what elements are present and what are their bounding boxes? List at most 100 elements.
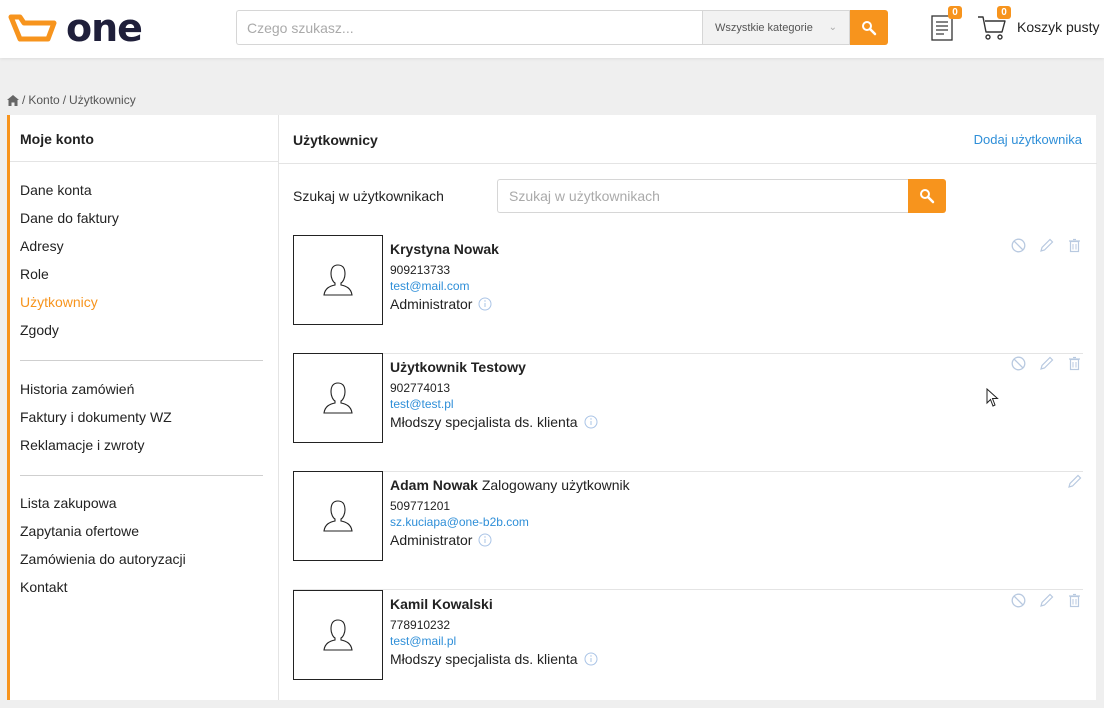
- info-icon[interactable]: [584, 415, 598, 429]
- divider: [279, 163, 1097, 164]
- add-user-button[interactable]: Dodaj użytkownika: [974, 132, 1082, 147]
- cart-label[interactable]: Koszyk pusty: [1017, 19, 1099, 35]
- main-search: Wszystkie kategorie ⌄: [236, 10, 888, 45]
- list-item: Adam Nowak Zalogowany użytkownik 5097712…: [293, 471, 1083, 590]
- user-role: Młodszy specjalista ds. klienta: [390, 414, 598, 430]
- user-role-label: Młodszy specjalista ds. klienta: [390, 414, 578, 430]
- category-select[interactable]: Wszystkie kategorie ⌄: [702, 10, 850, 45]
- user-phone: 909213733: [390, 263, 451, 277]
- divider: [20, 360, 263, 361]
- trash-icon[interactable]: [1066, 592, 1083, 609]
- logo-text: one: [66, 6, 143, 50]
- breadcrumb-separator: /: [62, 93, 67, 107]
- edit-icon[interactable]: [1038, 355, 1055, 372]
- avatar: [293, 471, 383, 561]
- page-title: Użytkownicy: [293, 132, 378, 148]
- block-icon[interactable]: [1010, 592, 1027, 609]
- breadcrumb-separator: /: [22, 93, 26, 107]
- category-select-label: Wszystkie kategorie: [715, 21, 813, 34]
- documents-badge: 0: [948, 6, 962, 19]
- divider: [20, 475, 263, 476]
- avatar: [293, 235, 383, 325]
- breadcrumb-uzytkownicy: Użytkownicy: [69, 93, 136, 107]
- user-role: Administrator: [390, 532, 492, 548]
- breadcrumb-konto[interactable]: Konto: [28, 93, 59, 107]
- top-header: one Wszystkie kategorie ⌄ 0 0 Koszyk pus…: [0, 0, 1104, 58]
- info-icon[interactable]: [584, 652, 598, 666]
- sidebar-item-lista-zakupowa[interactable]: Lista zakupowa: [20, 489, 186, 517]
- user-email[interactable]: test@mail.pl: [390, 634, 456, 648]
- sidebar-item-uzytkownicy[interactable]: Użytkownicy: [20, 288, 119, 316]
- block-icon[interactable]: [1010, 355, 1027, 372]
- mouse-cursor-icon: [986, 388, 999, 407]
- avatar: [293, 590, 383, 680]
- menu-group-account: Dane konta Dane do faktury Adresy Role U…: [20, 176, 119, 344]
- sidebar-item-role[interactable]: Role: [20, 260, 119, 288]
- info-icon[interactable]: [478, 297, 492, 311]
- main-search-input[interactable]: [236, 10, 702, 45]
- menu-group-other: Lista zakupowa Zapytania ofertowe Zamówi…: [20, 489, 186, 601]
- trash-icon[interactable]: [1066, 237, 1083, 254]
- sidebar-title: Moje konto: [20, 131, 94, 147]
- user-name[interactable]: Krystyna Nowak: [390, 241, 499, 257]
- sidebar-item-adresy[interactable]: Adresy: [20, 232, 119, 260]
- user-email[interactable]: test@test.pl: [390, 397, 454, 411]
- user-phone: 902774013: [390, 381, 451, 395]
- main-search-button[interactable]: [850, 10, 888, 45]
- user-actions: [1010, 592, 1083, 609]
- user-actions: [1010, 237, 1083, 254]
- user-search-label: Szukaj w użytkownikach: [293, 188, 444, 204]
- logged-in-label: Zalogowany użytkownik: [481, 477, 630, 493]
- user-actions: [1010, 355, 1083, 372]
- user-name[interactable]: Adam Nowak Zalogowany użytkownik: [390, 477, 630, 493]
- breadcrumb: / Konto / Użytkownicy: [7, 93, 136, 107]
- user-placeholder-icon: [323, 264, 353, 296]
- info-icon[interactable]: [478, 533, 492, 547]
- user-phone: 509771201: [390, 499, 451, 513]
- edit-icon[interactable]: [1066, 473, 1083, 490]
- user-name[interactable]: Użytkownik Testowy: [390, 359, 526, 375]
- list-item: Użytkownik Testowy 902774013 test@test.p…: [293, 353, 1083, 472]
- users-panel: Użytkownicy Dodaj użytkownika Szukaj w u…: [278, 115, 1097, 700]
- user-email[interactable]: sz.kuciapa@one-b2b.com: [390, 515, 529, 529]
- user-placeholder-icon: [323, 619, 353, 651]
- logo[interactable]: one: [8, 6, 143, 50]
- user-placeholder-icon: [323, 382, 353, 414]
- user-placeholder-icon: [323, 500, 353, 532]
- sidebar-item-zapytania-ofertowe[interactable]: Zapytania ofertowe: [20, 517, 186, 545]
- logo-mark-icon: [8, 14, 57, 42]
- sidebar-item-zamowienia-do-autoryzacji[interactable]: Zamówienia do autoryzacji: [20, 545, 186, 573]
- list-item: Krystyna Nowak 909213733 test@mail.com A…: [293, 235, 1083, 354]
- cart-badge: 0: [997, 6, 1011, 19]
- user-role-label: Administrator: [390, 532, 473, 548]
- edit-icon[interactable]: [1038, 592, 1055, 609]
- search-icon: [862, 20, 877, 35]
- user-name[interactable]: Kamil Kowalski: [390, 596, 493, 612]
- sidebar-item-historia-zamowien[interactable]: Historia zamówień: [20, 375, 172, 403]
- user-search-input[interactable]: [497, 179, 908, 213]
- user-search: [497, 179, 946, 213]
- avatar: [293, 353, 383, 443]
- sidebar-item-faktury[interactable]: Faktury i dokumenty WZ: [20, 403, 172, 431]
- user-phone: 778910232: [390, 618, 451, 632]
- sidebar-item-reklamacje[interactable]: Reklamacje i zwroty: [20, 431, 172, 459]
- user-role-label: Administrator: [390, 296, 473, 312]
- account-sidebar: Moje konto Dane konta Dane do faktury Ad…: [7, 115, 278, 700]
- divider: [10, 161, 278, 162]
- user-role: Młodszy specjalista ds. klienta: [390, 651, 598, 667]
- menu-group-orders: Historia zamówień Faktury i dokumenty WZ…: [20, 375, 172, 459]
- block-icon[interactable]: [1010, 237, 1027, 254]
- user-email[interactable]: test@mail.com: [390, 279, 470, 293]
- search-icon: [920, 189, 935, 204]
- user-role-label: Młodszy specjalista ds. klienta: [390, 651, 578, 667]
- sidebar-item-kontakt[interactable]: Kontakt: [20, 573, 186, 601]
- trash-icon[interactable]: [1066, 355, 1083, 372]
- sidebar-item-dane-do-faktury[interactable]: Dane do faktury: [20, 204, 119, 232]
- edit-icon[interactable]: [1038, 237, 1055, 254]
- sidebar-item-dane-konta[interactable]: Dane konta: [20, 176, 119, 204]
- user-search-button[interactable]: [908, 179, 946, 213]
- home-icon[interactable]: [7, 94, 19, 106]
- user-actions: [1066, 473, 1083, 490]
- chevron-down-icon: ⌄: [828, 22, 837, 33]
- sidebar-item-zgody[interactable]: Zgody: [20, 316, 119, 344]
